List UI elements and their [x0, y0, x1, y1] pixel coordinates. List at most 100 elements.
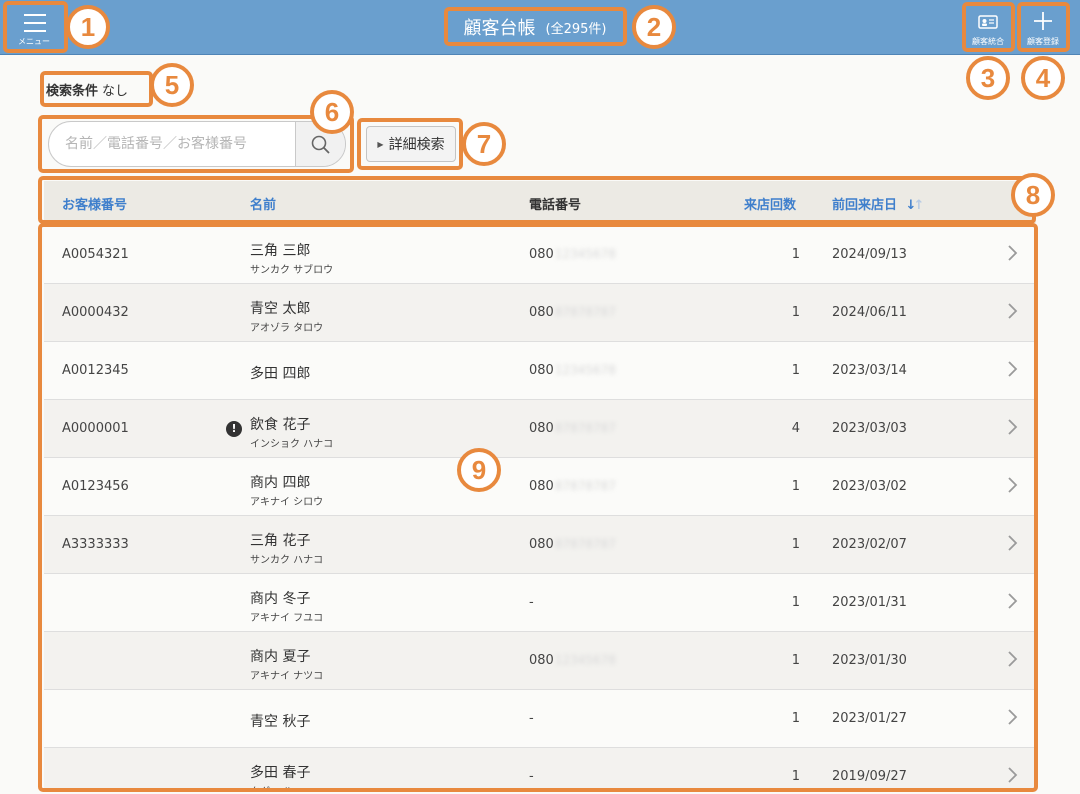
table-row[interactable]: 青空 秋子 - 1 2023/01/27: [44, 690, 1036, 748]
customer-number: A0012345: [62, 363, 129, 378]
phone-number: 08012345678: [529, 363, 616, 378]
id-card-icon: [978, 15, 998, 29]
app-header: メニュー 顧客台帳 (全295件) 顧客統合 顧客登録: [0, 0, 1080, 55]
last-visit-date: 2023/03/03: [832, 421, 907, 436]
phone-number: -: [529, 711, 534, 726]
phone-prefix: 080: [529, 421, 554, 436]
annotation-number-4: 4: [1021, 56, 1065, 100]
customer-name: 商内 夏子: [250, 649, 311, 665]
visit-count: 1: [791, 537, 800, 552]
phone-prefix: -: [529, 769, 534, 784]
customer-name-cell: 多田 四郎: [250, 363, 310, 383]
column-header-last-visit[interactable]: 前回来店日 ↓↑: [832, 194, 924, 213]
chevron-right-icon: [1006, 708, 1018, 730]
table-row[interactable]: 多田 春子タダ ハルコ - 1 2019/09/27: [44, 748, 1036, 792]
last-visit-date: 2024/09/13: [832, 247, 907, 262]
column-header-name[interactable]: 名前: [250, 194, 276, 213]
customer-name-kana: サンカク サブロウ: [250, 265, 334, 276]
customer-name: 多田 四郎: [250, 366, 311, 382]
phone-number: -: [529, 769, 534, 784]
customer-name-kana: タダ ハルコ: [250, 783, 310, 792]
customer-name-kana: サンカク ハナコ: [250, 555, 324, 566]
customer-name-cell: 青空 秋子: [250, 711, 310, 731]
phone-masked: 12345678: [554, 247, 616, 261]
phone-number: 08012345678: [529, 247, 616, 262]
phone-number: 08087878787: [529, 479, 616, 494]
detail-search-label: 詳細検索: [388, 137, 445, 153]
table-row[interactable]: A0123456 商内 四郎 アキナイ シロウ 08087878787 1 2023/03…: [44, 458, 1036, 516]
search-input[interactable]: [49, 122, 295, 166]
merge-customers-label: 顧客統合: [972, 37, 1004, 46]
table-row[interactable]: 商内 冬子 アキナイ フユコ - 1 2023/01/31: [44, 574, 1036, 632]
visit-count: 1: [791, 363, 800, 378]
table-row[interactable]: A0000001! 飲食 花子 インショク ハナコ 08087878787 4 2023/…: [44, 400, 1036, 458]
chevron-right-icon: [1006, 534, 1018, 556]
hamburger-icon: [24, 14, 46, 38]
table-row[interactable]: A0000432 青空 太郎 アオゾラ タロウ 08087878787 1 2024/06…: [44, 284, 1036, 342]
customer-number: A0054321: [62, 247, 129, 262]
chevron-right-icon: [1006, 650, 1018, 672]
customer-name-kana: アキナイ シロウ: [250, 497, 324, 508]
last-visit-date: 2023/02/07: [832, 537, 907, 552]
phone-number: 08087878787: [529, 537, 616, 552]
table-header: お客様番号 名前 電話番号 来店回数 前回来店日 ↓↑: [44, 181, 1036, 223]
customer-name-kana: アキナイ フユコ: [250, 613, 324, 624]
phone-prefix: -: [529, 595, 534, 610]
detail-search-button[interactable]: ▶ 詳細検索: [366, 126, 456, 162]
customer-number: A0000432: [62, 305, 129, 320]
warning-icon: !: [226, 421, 242, 437]
menu-button[interactable]: メニュー: [4, 2, 64, 50]
visit-count: 1: [791, 595, 800, 610]
column-header-last-visit-label: 前回来店日: [832, 198, 898, 213]
page-title-text: 顧客台帳: [463, 18, 536, 39]
search-conditions-value: なし: [102, 84, 129, 99]
annotation-number-1: 1: [66, 5, 110, 49]
visit-count: 1: [791, 479, 800, 494]
customer-number: A0123456: [62, 479, 129, 494]
table-row[interactable]: A3333333 三角 花子 サンカク ハナコ 08087878787 1 2023/02…: [44, 516, 1036, 574]
search-conditions-label: 検索条件: [46, 84, 99, 99]
customer-name: 商内 冬子: [250, 591, 311, 607]
search-box: [48, 121, 346, 167]
visit-count: 4: [791, 421, 800, 436]
table-row[interactable]: A0054321 三角 三郎 サンカク サブロウ 08012345678 1 2024/0…: [44, 226, 1036, 284]
chevron-right-icon: [1006, 766, 1018, 788]
customer-name: 三角 三郎: [250, 243, 311, 259]
annotation-number-2: 2: [632, 5, 676, 49]
visit-count: 1: [791, 711, 800, 726]
customer-name-kana: アキナイ ナツコ: [250, 671, 324, 682]
chevron-right-icon: [1006, 302, 1018, 324]
customer-name: 青空 太郎: [250, 301, 311, 317]
merge-customers-button[interactable]: 顧客統合: [963, 4, 1013, 50]
phone-number: 08087878787: [529, 305, 616, 320]
annotation-number-6: 6: [310, 90, 354, 134]
phone-masked: 87878787: [554, 479, 616, 493]
sort-descending-icon: ↓↑: [905, 198, 925, 213]
customer-name: 多田 春子: [250, 765, 311, 781]
last-visit-date: 2023/01/27: [832, 711, 907, 726]
table-row[interactable]: 商内 夏子 アキナイ ナツコ 08012345678 1 2023/01/30: [44, 632, 1036, 690]
annotation-number-3: 3: [966, 56, 1010, 100]
customer-name-cell: 商内 夏子アキナイ ナツコ: [250, 646, 323, 682]
phone-prefix: 080: [529, 247, 554, 262]
chevron-right-icon: [1006, 418, 1018, 440]
register-customer-label: 顧客登録: [1027, 37, 1059, 46]
chevron-right-icon: [1006, 476, 1018, 498]
last-visit-date: 2024/06/11: [832, 305, 907, 320]
last-visit-date: 2023/03/02: [832, 479, 907, 494]
last-visit-date: 2023/01/30: [832, 653, 907, 668]
phone-prefix: 080: [529, 363, 554, 378]
customer-name: 三角 花子: [250, 533, 311, 549]
phone-number: 08087878787: [529, 421, 616, 436]
visit-count: 1: [791, 653, 800, 668]
column-header-visits[interactable]: 来店回数: [744, 194, 796, 213]
customer-name-cell: 多田 春子タダ ハルコ: [250, 762, 310, 792]
customer-name-kana: アオゾラ タロウ: [250, 323, 324, 334]
register-customer-button[interactable]: 顧客登録: [1018, 4, 1068, 50]
column-header-customer-no[interactable]: お客様番号: [62, 194, 127, 213]
annotation-number-7: 7: [462, 122, 506, 166]
annotation-number-9: 9: [457, 448, 501, 492]
customer-name-cell: 飲食 花子 インショク ハナコ: [250, 414, 333, 450]
table-row[interactable]: A0012345 多田 四郎 08012345678 1 2023/03/14: [44, 342, 1036, 400]
phone-masked: 87878787: [554, 305, 616, 319]
